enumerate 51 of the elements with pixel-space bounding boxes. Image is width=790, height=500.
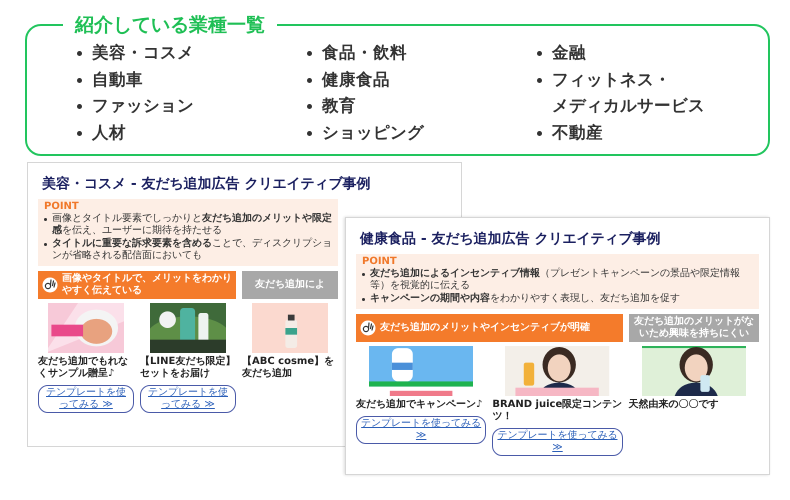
industry-item: 健康食品 — [322, 68, 390, 90]
card-caption: 【ABC cosme】を友だち追加 — [242, 356, 336, 380]
bullet-icon — [307, 130, 312, 136]
industry-item: ショッピング — [322, 122, 424, 144]
industry-item: 食品・飲料 — [322, 42, 407, 64]
template-button[interactable]: テンプレートを使ってみる ≫ — [356, 416, 486, 444]
bullet-icon — [537, 78, 542, 82]
bullet-icon — [362, 273, 365, 276]
industry-item: 美容・コスメ — [92, 42, 194, 64]
slide-title: 美容・コスメ - 友だち追加広告 クリエイティブ事例 — [42, 175, 372, 193]
card-caption: 【LINE友だち限定】セットをお届け — [140, 356, 236, 380]
industry-item: フィットネス・メディカルサービス — [552, 68, 706, 117]
industry-item: 自動車 — [92, 68, 143, 90]
bullet-icon — [307, 51, 312, 56]
bullet-icon — [537, 130, 542, 136]
slide-title: 健康食品 - 友だち追加広告 クリエイティブ事例 — [360, 230, 662, 248]
point-text: キャンペーンの期間や内容をわかりやすく表現し、友だち追加を促す — [370, 293, 680, 305]
point-text: 友だち追加によるインセンティブ情報（プレゼントキャンペーンの景品や限定情報等）を視覚的に伝える — [370, 268, 741, 292]
bad-example-banner: 友だち追加のメリットがないため興味を持ちにくい — [628, 314, 759, 342]
card-caption: 友だち追加でもれなくサンプル贈呈♪ — [38, 356, 129, 380]
good-example-banner: 画像やタイトルで、メリットをわかりやすく伝えている — [38, 271, 236, 299]
point-text: 画像とタイトル要素でしっかりと友だち追加のメリットや限定感を伝え、ユーザーに期待を持たせる — [52, 213, 332, 237]
industry-item: 人材 — [92, 122, 126, 144]
bullet-icon — [77, 78, 82, 82]
industry-item: 不動産 — [552, 122, 603, 144]
bullet-icon — [77, 51, 82, 56]
hand-sign-icon — [360, 320, 376, 336]
template-button[interactable]: テンプレートを使ってみる ≫ — [492, 428, 623, 456]
point-label: POINT — [362, 256, 398, 267]
bullet-icon — [362, 298, 365, 301]
bullet-icon — [307, 104, 312, 109]
template-button[interactable]: テンプレートを使ってみる ≫ — [38, 385, 134, 413]
card-caption: BRAND juice限定コンテンツ！ — [492, 399, 623, 423]
industry-item: 教育 — [322, 95, 356, 117]
bullet-icon — [77, 104, 82, 109]
template-button[interactable]: テンプレートを使ってみる ≫ — [140, 385, 236, 413]
good-example-banner: 友だち追加のメリットやインセンティブが明確 — [356, 314, 623, 342]
bullet-icon — [307, 78, 312, 82]
industry-item: ファッション — [92, 95, 194, 117]
bad-example-banner: 友だち追加によ — [242, 271, 338, 299]
bullet-icon — [44, 243, 47, 246]
bullet-icon — [537, 51, 542, 56]
card-caption: 友だち追加でキャンペーン♪ — [356, 399, 484, 411]
bullet-icon — [77, 130, 82, 136]
industry-item: 金融 — [552, 42, 586, 64]
bullet-icon — [44, 218, 47, 221]
hand-sign-icon — [42, 277, 58, 293]
card-caption: 天然由来の〇〇です — [628, 399, 720, 411]
point-text: タイトルに重要な訴求要素を含めることで、ディスクリプションが省略される配信面においても — [52, 238, 332, 262]
point-label: POINT — [44, 201, 80, 212]
panel-title: 紹介している業種一覧 — [74, 13, 266, 38]
